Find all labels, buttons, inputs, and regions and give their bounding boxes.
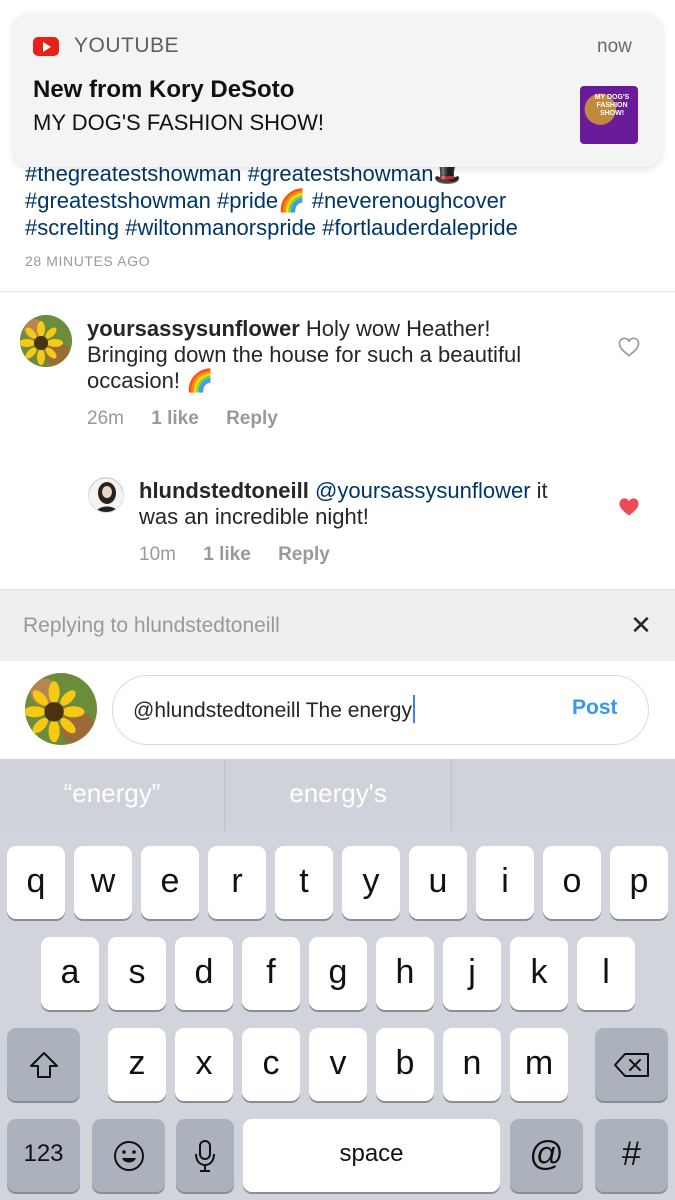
prediction-suggestion[interactable] — [452, 759, 675, 831]
hashtag-link[interactable]: #fortlauderdalepride — [322, 215, 518, 240]
key-k[interactable]: k — [510, 937, 568, 1010]
notification-app-name: YOUTUBE — [74, 34, 180, 57]
key-s[interactable]: s — [108, 937, 166, 1010]
key-e[interactable]: e — [141, 846, 199, 919]
key-g[interactable]: g — [309, 937, 367, 1010]
comment-text: Holy wow Heather! — [305, 316, 491, 341]
comment-input-value[interactable]: @hlundstedtoneill The energy — [133, 695, 415, 723]
hashtag-link[interactable]: #screlting — [25, 215, 119, 240]
comment-likes-link[interactable]: 1 like — [203, 544, 251, 565]
replying-to-label: Replying to hlundstedtoneill — [23, 614, 280, 637]
prediction-suggestion[interactable]: energy's — [225, 759, 451, 831]
microphone-icon — [195, 1139, 215, 1172]
caption-timestamp: 28 MINUTES AGO — [25, 253, 151, 269]
emoji-key[interactable] — [92, 1119, 165, 1192]
comment-text: was an incredible night! — [139, 504, 369, 529]
space-key[interactable]: space — [243, 1119, 500, 1192]
comment-time: 10m — [139, 544, 176, 565]
sunflower-avatar-image — [20, 315, 72, 367]
youtube-app-icon — [33, 37, 59, 56]
liked-heart-icon[interactable] — [618, 497, 640, 517]
at-key[interactable]: @ — [510, 1119, 583, 1192]
video-thumbnail: MY DOG'S FASHION SHOW! — [580, 86, 638, 144]
key-l[interactable]: l — [577, 937, 635, 1010]
comment-username[interactable]: yoursassysunflower — [87, 316, 300, 341]
shift-arrow-icon — [29, 1051, 58, 1078]
key-p[interactable]: p — [610, 846, 668, 919]
comment-body: hlundstedtoneill @yoursassysunflower it … — [139, 478, 599, 530]
like-heart-icon[interactable] — [618, 337, 640, 357]
dictation-key[interactable] — [176, 1119, 234, 1192]
key-d[interactable]: d — [175, 937, 233, 1010]
hashtag-link[interactable]: #wiltonmanorspride — [125, 215, 316, 240]
rainbow-emoji: 🌈 — [278, 188, 306, 213]
hashtag-link[interactable]: #pride — [217, 188, 278, 213]
hashtag-line: #screlting #wiltonmanorspride #fortlaude… — [25, 214, 655, 241]
key-n[interactable]: n — [443, 1028, 501, 1101]
comment-meta: 26m 1 like Reply — [87, 408, 300, 430]
key-u[interactable]: u — [409, 846, 467, 919]
backspace-key[interactable] — [595, 1028, 668, 1101]
comment-mention-link[interactable]: @yoursassysunflower — [315, 478, 531, 503]
avatar[interactable] — [20, 315, 72, 367]
key-m[interactable]: m — [510, 1028, 568, 1101]
key-r[interactable]: r — [208, 846, 266, 919]
reply-button[interactable]: Reply — [278, 544, 330, 565]
key-q[interactable]: q — [7, 846, 65, 919]
key-z[interactable]: z — [108, 1028, 166, 1101]
hashtag-link[interactable]: #neverenoughcover — [312, 188, 506, 213]
key-c[interactable]: c — [242, 1028, 300, 1101]
comment-likes-link[interactable]: 1 like — [151, 408, 199, 429]
caption-hashtags: #thegreatestshowman #greatestshowman🎩 #g… — [25, 160, 655, 241]
key-o[interactable]: o — [543, 846, 601, 919]
key-i[interactable]: i — [476, 846, 534, 919]
key-v[interactable]: v — [309, 1028, 367, 1101]
notification-title: New from Kory DeSoto — [33, 76, 295, 103]
replying-to-bar: Replying to hlundstedtoneill — [0, 589, 675, 661]
hashtag-line: #greatestshowman #pride🌈 #neverenoughcov… — [25, 187, 655, 214]
comment-meta: 10m 1 like Reply — [139, 544, 352, 566]
hash-key[interactable]: # — [595, 1119, 668, 1192]
key-x[interactable]: x — [175, 1028, 233, 1101]
comment-text: Bringing down the house for such a beaut… — [87, 342, 522, 367]
shift-key[interactable] — [7, 1028, 80, 1101]
thumbnail-text: MY DOG'S FASHION SHOW! — [594, 94, 630, 117]
delete-backspace-icon — [613, 1052, 649, 1077]
comment-text: occasion! 🌈 — [87, 368, 214, 393]
profile-photo-image — [89, 478, 123, 512]
comment-input-text: @hlundstedtoneill The energy — [133, 699, 412, 722]
text-cursor — [412, 695, 415, 723]
key-b[interactable]: b — [376, 1028, 434, 1101]
sunflower-avatar-image — [25, 673, 97, 745]
key-h[interactable]: h — [376, 937, 434, 1010]
avatar — [25, 673, 97, 745]
comment-username[interactable]: hlundstedtoneill — [139, 478, 309, 503]
emoji-smiley-icon — [113, 1140, 144, 1171]
hashtag-link[interactable]: #greatestshowman — [25, 188, 211, 213]
key-a[interactable]: a — [41, 937, 99, 1010]
prediction-suggestion[interactable]: “energy” — [0, 759, 224, 831]
comment-time: 26m — [87, 408, 124, 429]
key-y[interactable]: y — [342, 846, 400, 919]
comment-body: yoursassysunflower Holy wow Heather! Bri… — [87, 316, 607, 394]
key-t[interactable]: t — [275, 846, 333, 919]
key-w[interactable]: w — [74, 846, 132, 919]
reply-button[interactable]: Reply — [226, 408, 278, 429]
comment-text: it — [536, 478, 548, 503]
post-button[interactable]: Post — [572, 696, 618, 720]
notification-time: now — [597, 36, 632, 57]
key-j[interactable]: j — [443, 937, 501, 1010]
key-f[interactable]: f — [242, 937, 300, 1010]
notification-body: MY DOG'S FASHION SHOW! — [33, 110, 325, 135]
avatar[interactable] — [88, 477, 124, 513]
numbers-key[interactable]: 123 — [7, 1119, 80, 1192]
close-icon[interactable]: ✕ — [628, 612, 654, 638]
